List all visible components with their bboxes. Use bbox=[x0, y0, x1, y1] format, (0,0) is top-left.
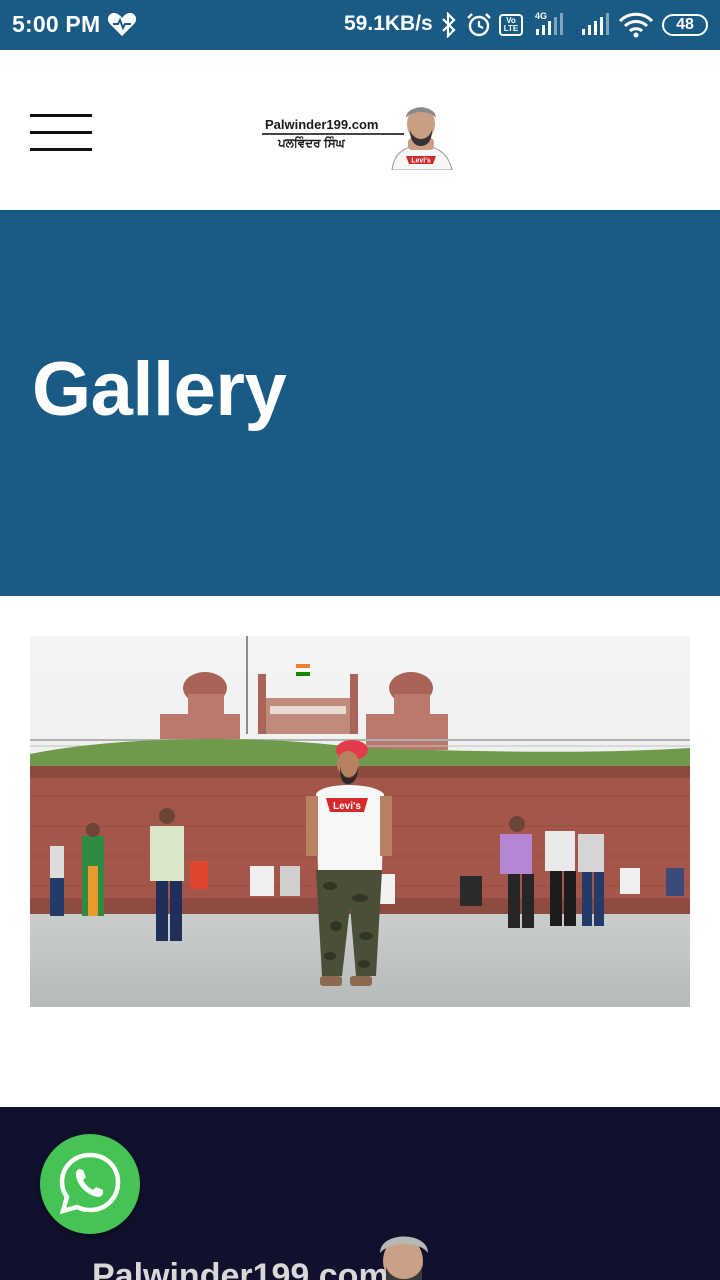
alarm-icon bbox=[467, 13, 491, 37]
signal-icon bbox=[582, 13, 609, 35]
whatsapp-icon bbox=[59, 1152, 121, 1215]
gallery-photo-image: Levi's bbox=[30, 636, 690, 1007]
page-title: Gallery bbox=[32, 347, 287, 432]
whatsapp-button[interactable] bbox=[40, 1134, 140, 1234]
heart-icon bbox=[107, 13, 137, 36]
footer-logo-text: Palwinder199.com bbox=[92, 1257, 389, 1280]
hamburger-menu-icon[interactable] bbox=[30, 114, 92, 152]
page-hero: Gallery bbox=[0, 210, 720, 596]
status-bar: 5:00 PM 59.1KB/s Vo LTE 4G 48 bbox=[0, 0, 720, 50]
site-header: Palwinder199.com ਪਲਵਿੰਦਰ ਸਿੰਘ Levi's bbox=[0, 50, 720, 210]
logo-divider bbox=[262, 133, 404, 135]
network-speed: 59.1KB/s bbox=[344, 12, 433, 35]
status-time: 5:00 PM bbox=[12, 11, 101, 37]
gallery-photo[interactable]: Levi's bbox=[30, 636, 690, 1007]
signal-icon: 4G bbox=[535, 11, 563, 35]
person-portrait-icon: Levi's bbox=[391, 107, 453, 170]
volte-icon: Vo LTE bbox=[499, 14, 523, 36]
person-portrait-icon bbox=[380, 1236, 428, 1280]
wifi-icon bbox=[618, 12, 654, 38]
logo-shirt-label: Levi's bbox=[411, 158, 431, 165]
site-logo[interactable]: Palwinder199.com ਪਲਵਿੰਦਰ ਸਿੰਘ Levi's bbox=[262, 98, 458, 170]
bluetooth-icon bbox=[442, 12, 456, 38]
logo-subtitle: ਪਲਵਿੰਦਰ ਸਿੰਘ bbox=[278, 136, 345, 150]
battery-icon: 48 bbox=[662, 14, 708, 36]
svg-text:4G: 4G bbox=[535, 11, 547, 21]
logo-title: Palwinder199.com bbox=[265, 117, 379, 132]
photo-shirt-label: Levi's bbox=[333, 801, 361, 812]
